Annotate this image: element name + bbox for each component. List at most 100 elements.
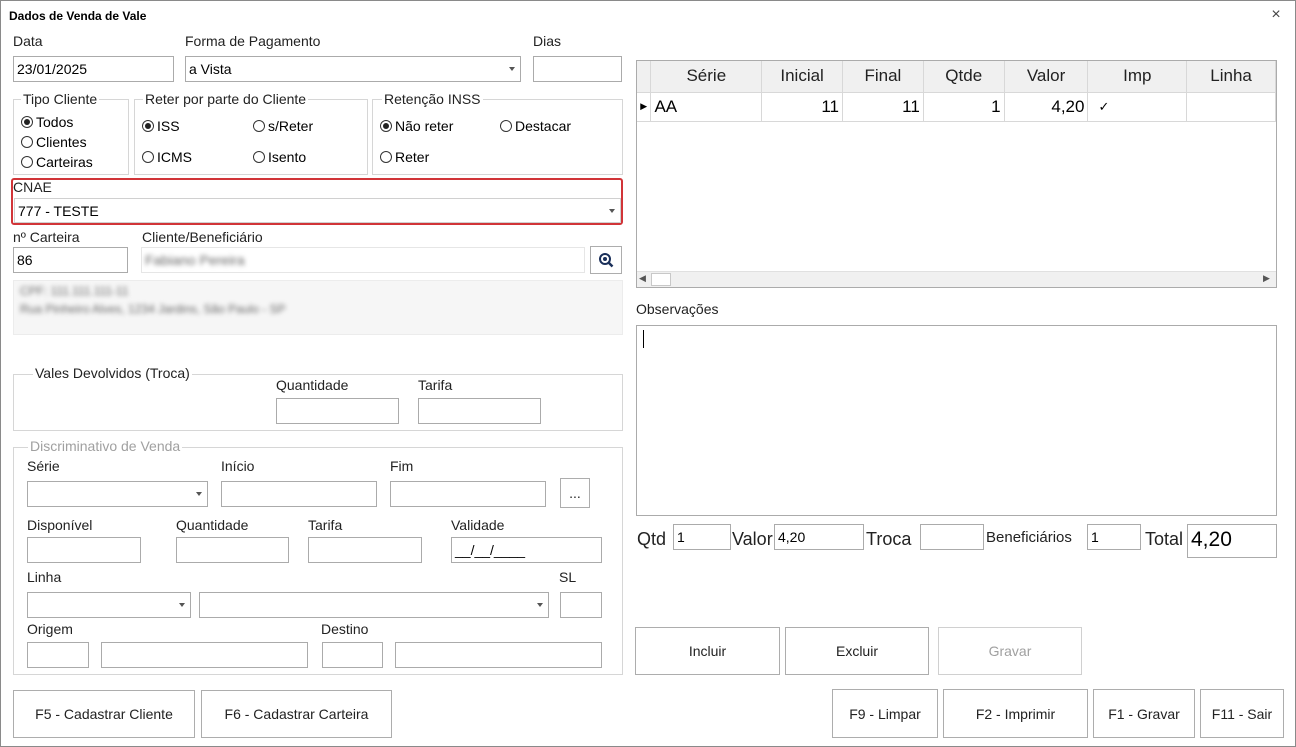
linha-descricao-select[interactable] xyxy=(199,592,549,618)
cell-qtde[interactable]: 1 xyxy=(923,92,1005,122)
linha-select[interactable] xyxy=(27,592,191,618)
radio-s-reter[interactable]: s/Reter xyxy=(253,118,313,134)
radio-iss[interactable]: ISS xyxy=(142,118,180,134)
vales-devolvidos-title: Vales Devolvidos (Troca) xyxy=(33,365,192,381)
incluir-button[interactable]: Incluir xyxy=(635,627,780,675)
cell-linha[interactable] xyxy=(1186,92,1276,122)
beneficiarios-label: Beneficiários xyxy=(986,529,1072,546)
total-input[interactable]: 4,20 xyxy=(1187,524,1277,558)
total-label: Total xyxy=(1145,529,1184,549)
cell-serie[interactable]: AA xyxy=(650,92,763,122)
ellipsis-button[interactable]: ... xyxy=(560,478,590,508)
dialog-window: Dados de Venda de Vale × Data 23/01/2025… xyxy=(0,0,1296,747)
radio-unchecked-icon xyxy=(21,156,33,168)
grid-col-final[interactable]: Final xyxy=(842,61,924,93)
linha-label: Linha xyxy=(27,569,62,585)
grid-col-qtde[interactable]: Qtde xyxy=(923,61,1005,93)
observacoes-label: Observações xyxy=(636,301,719,317)
origem-code-input[interactable] xyxy=(27,642,89,668)
beneficiarios-input[interactable]: 1 xyxy=(1087,524,1141,550)
chevron-down-icon xyxy=(196,492,202,496)
origem-label: Origem xyxy=(27,621,73,637)
scroll-right-icon[interactable]: ▶ xyxy=(1263,273,1270,284)
disponivel-input[interactable] xyxy=(27,537,141,563)
origem-desc-input[interactable] xyxy=(101,642,308,668)
excluir-button[interactable]: Excluir xyxy=(785,627,929,675)
gravar-button[interactable]: Gravar xyxy=(938,627,1082,675)
grid-col-linha[interactable]: Linha xyxy=(1186,61,1276,93)
observacoes-textarea[interactable] xyxy=(636,325,1277,516)
forma-pagamento-select[interactable]: a Vista xyxy=(185,56,521,82)
table-row[interactable]: ▶ AA 11 11 1 4,20 ✓ xyxy=(637,92,1276,122)
cadastrar-cliente-button[interactable]: F5 - Cadastrar Cliente xyxy=(13,690,195,738)
radio-unchecked-icon xyxy=(380,151,392,163)
radio-clientes[interactable]: Clientes xyxy=(21,134,87,150)
grid-col-imp[interactable]: Imp xyxy=(1087,61,1188,93)
cnae-select[interactable]: 777 - TESTE xyxy=(14,198,621,223)
data-input[interactable]: 23/01/2025 xyxy=(13,56,174,82)
troca-input[interactable] xyxy=(920,524,984,550)
radio-reter-label: Reter xyxy=(395,149,430,165)
troca-tarifa-label: Tarifa xyxy=(418,377,453,393)
forma-pagamento-label: Forma de Pagamento xyxy=(185,33,321,49)
cliente-input[interactable]: Fabiano Pereira xyxy=(141,247,585,273)
inicio-label: Início xyxy=(221,458,255,474)
sair-button[interactable]: F11 - Sair xyxy=(1200,689,1284,738)
valor-input[interactable]: 4,20 xyxy=(774,524,864,550)
limpar-button[interactable]: F9 - Limpar xyxy=(832,689,938,738)
forma-pagamento-value: a Vista xyxy=(189,61,232,77)
scroll-thumb[interactable] xyxy=(651,273,671,286)
grid-horizontal-scrollbar[interactable]: ◀ ▶ xyxy=(637,271,1276,287)
chevron-down-icon xyxy=(509,67,515,71)
chevron-down-icon xyxy=(179,603,185,607)
cliente-label: Cliente/Beneficiário xyxy=(142,229,263,245)
imprimir-button[interactable]: F2 - Imprimir xyxy=(943,689,1088,738)
sl-input[interactable] xyxy=(560,592,602,618)
cadastrar-carteira-button[interactable]: F6 - Cadastrar Carteira xyxy=(201,690,392,738)
radio-destacar[interactable]: Destacar xyxy=(500,118,571,134)
troca-tarifa-input[interactable] xyxy=(418,398,541,424)
disponivel-label: Disponível xyxy=(27,517,93,533)
radio-isento[interactable]: Isento xyxy=(253,149,306,165)
radio-reter[interactable]: Reter xyxy=(380,149,429,165)
dias-input[interactable] xyxy=(533,56,622,82)
radio-carteiras-label: Carteiras xyxy=(36,154,93,170)
cell-inicial[interactable]: 11 xyxy=(761,92,844,122)
fim-input[interactable] xyxy=(390,481,546,507)
quantidade-input[interactable] xyxy=(176,537,289,563)
scroll-left-icon[interactable]: ◀ xyxy=(639,273,646,284)
grid-col-inicial[interactable]: Inicial xyxy=(761,61,844,93)
radio-iss-label: ISS xyxy=(157,118,180,134)
validade-label: Validade xyxy=(451,517,505,533)
gravar-f1-button[interactable]: F1 - Gravar xyxy=(1093,689,1195,738)
cell-imp-check-icon[interactable]: ✓ xyxy=(1087,92,1188,122)
tarifa-input[interactable] xyxy=(308,537,422,563)
destino-desc-input[interactable] xyxy=(395,642,602,668)
search-cliente-button[interactable] xyxy=(590,246,622,274)
radio-unchecked-icon xyxy=(142,151,154,163)
radio-carteiras[interactable]: Carteiras xyxy=(21,154,93,170)
troca-quantidade-input[interactable] xyxy=(276,398,399,424)
carteira-input[interactable]: 86 xyxy=(13,247,128,273)
destino-code-input[interactable] xyxy=(322,642,383,668)
inicio-input[interactable] xyxy=(221,481,377,507)
qtd-input[interactable]: 1 xyxy=(673,524,731,550)
cell-final[interactable]: 11 xyxy=(842,92,924,122)
quantidade-label: Quantidade xyxy=(176,517,249,533)
cell-valor[interactable]: 4,20 xyxy=(1004,92,1089,122)
grid-col-serie[interactable]: Série xyxy=(650,61,763,93)
row-pointer-icon: ▶ xyxy=(637,92,652,122)
retencao-inss-title: Retenção INSS xyxy=(382,91,483,107)
radio-icms[interactable]: ICMS xyxy=(142,149,192,165)
cliente-value: Fabiano Pereira xyxy=(145,252,245,268)
radio-destacar-label: Destacar xyxy=(515,118,572,134)
grid-col-valor[interactable]: Valor xyxy=(1004,61,1089,93)
radio-checked-icon xyxy=(21,116,33,128)
radio-checked-icon xyxy=(142,120,154,132)
serie-select[interactable] xyxy=(27,481,208,507)
close-icon[interactable]: × xyxy=(1267,6,1285,24)
validade-input[interactable]: __/__/____ xyxy=(451,537,602,563)
radio-todos[interactable]: Todos xyxy=(21,114,73,130)
radio-nao-reter[interactable]: Não reter xyxy=(380,118,453,134)
qtd-label: Qtd xyxy=(637,529,667,549)
